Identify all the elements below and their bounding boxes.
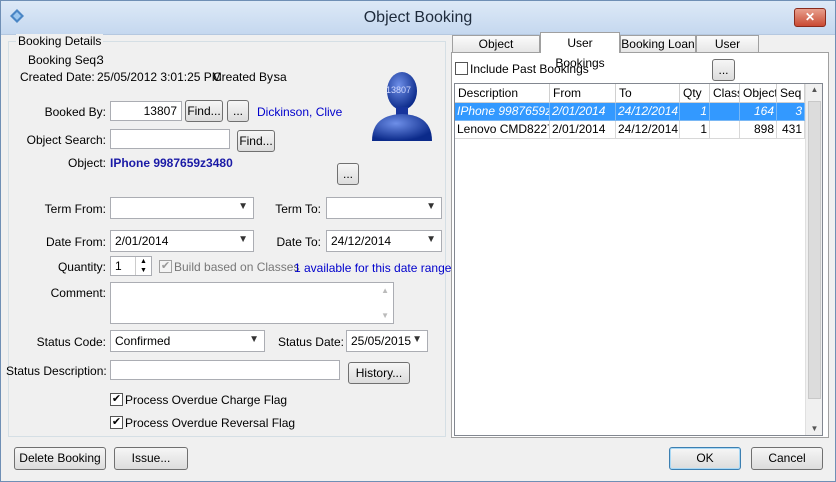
cell-from: 2/01/2014 bbox=[550, 121, 616, 139]
availability-text: 1 available for this date range. bbox=[294, 261, 455, 275]
booked-by-input[interactable]: 13807 bbox=[110, 101, 182, 121]
scroll-down-icon[interactable]: ▼ bbox=[381, 311, 389, 320]
cell-to: 24/12/2014 bbox=[616, 121, 680, 139]
chevron-down-icon: ▼ bbox=[426, 201, 436, 212]
cell-class bbox=[710, 103, 740, 121]
column-header-from[interactable]: From bbox=[550, 84, 616, 103]
created-date-value: 25/05/2012 3:01:25 PM bbox=[97, 70, 222, 84]
user-bookings-more-button[interactable]: ... bbox=[712, 59, 735, 81]
status-date-picker[interactable]: 25/05/2015 ▼ bbox=[346, 330, 428, 352]
history-button[interactable]: History... bbox=[348, 362, 410, 384]
ok-button[interactable]: OK bbox=[669, 447, 741, 470]
close-button[interactable]: ✕ bbox=[794, 8, 826, 27]
avatar-id-text: 13807 bbox=[386, 85, 412, 95]
object-search-label: Object Search: bbox=[26, 133, 106, 147]
cell-seq: 431 bbox=[777, 121, 805, 139]
object-find-button[interactable]: Find... bbox=[237, 130, 275, 152]
build-classes-label: Build based on Classes bbox=[174, 260, 300, 274]
cell-description: IPhone 9987659z3 bbox=[455, 103, 550, 121]
term-from-label: Term From: bbox=[44, 202, 106, 216]
spin-down-icon[interactable]: ▼ bbox=[136, 266, 151, 275]
chevron-down-icon: ▼ bbox=[238, 201, 248, 212]
booking-seq-value: 3 bbox=[97, 53, 104, 67]
booked-by-label: Booked By: bbox=[44, 105, 106, 119]
scroll-up-icon[interactable]: ▲ bbox=[381, 286, 389, 295]
tab-booking-loan[interactable]: Booking Loan bbox=[620, 35, 696, 52]
object-booking-window: Object Booking ✕ Booking Details Booking… bbox=[0, 0, 836, 482]
cell-to: 24/12/2014 bbox=[616, 103, 680, 121]
scroll-down-icon[interactable]: ▼ bbox=[806, 424, 822, 433]
cancel-button[interactable]: Cancel bbox=[751, 447, 823, 470]
scroll-up-icon[interactable]: ▲ bbox=[806, 85, 822, 94]
avatar: 13807 bbox=[367, 69, 437, 141]
user-silhouette-icon bbox=[372, 72, 432, 141]
overdue-charge-label: Process Overdue Charge Flag bbox=[125, 393, 288, 407]
quantity-spinner[interactable]: ▲ ▼ bbox=[135, 257, 151, 275]
chevron-down-icon: ▼ bbox=[238, 234, 248, 245]
booked-by-find-button[interactable]: Find... bbox=[185, 100, 223, 122]
status-code-label: Status Code: bbox=[36, 335, 106, 349]
date-from-label: Date From: bbox=[45, 235, 106, 249]
column-header-class[interactable]: Class bbox=[710, 84, 740, 103]
delete-booking-button[interactable]: Delete Booking bbox=[14, 447, 106, 470]
date-to-picker[interactable]: 24/12/2014 ▼ bbox=[326, 230, 442, 252]
created-date-label: Created Date: bbox=[20, 70, 95, 84]
cell-object: 898 bbox=[740, 121, 777, 139]
created-by-label: Created By: bbox=[213, 70, 277, 84]
object-value: IPhone 9987659z3480 bbox=[110, 156, 233, 170]
scroll-thumb[interactable] bbox=[808, 101, 821, 399]
term-from-select[interactable]: ▼ bbox=[110, 197, 254, 219]
title-bar: Object Booking ✕ bbox=[1, 1, 835, 35]
cell-object: 164 bbox=[740, 103, 777, 121]
cell-class bbox=[710, 121, 740, 139]
column-header-description[interactable]: Description bbox=[455, 84, 550, 103]
object-label: Object: bbox=[67, 156, 106, 170]
overdue-reversal-checkbox[interactable]: ✔ bbox=[110, 416, 123, 429]
spin-up-icon[interactable]: ▲ bbox=[136, 257, 151, 266]
object-more-button[interactable]: ... bbox=[337, 163, 359, 185]
tab-user-bookings[interactable]: User Bookings bbox=[540, 32, 620, 70]
window-title: Object Booking bbox=[363, 9, 473, 26]
term-to-label: Term To: bbox=[275, 202, 321, 216]
status-description-label: Status Description: bbox=[6, 364, 107, 378]
chevron-down-icon: ▼ bbox=[412, 334, 422, 345]
cell-qty: 1 bbox=[680, 121, 710, 139]
booked-by-name-link[interactable]: Dickinson, Clive bbox=[257, 105, 342, 119]
table-row[interactable]: Lenovo CMD82271 2/01/2014 24/12/2014 1 8… bbox=[455, 121, 805, 139]
tab-object-bookings[interactable]: Object Bookings bbox=[452, 35, 540, 68]
column-header-qty[interactable]: Qty bbox=[680, 84, 710, 103]
cell-qty: 1 bbox=[680, 103, 710, 121]
status-description-input[interactable] bbox=[110, 360, 340, 380]
term-to-select[interactable]: ▼ bbox=[326, 197, 442, 219]
cell-seq: 3 bbox=[777, 103, 805, 121]
quantity-label: Quantity: bbox=[57, 260, 106, 274]
chevron-down-icon: ▼ bbox=[249, 334, 259, 345]
object-search-input[interactable] bbox=[110, 129, 230, 149]
comment-textarea[interactable]: ▲ ▼ bbox=[110, 282, 394, 324]
cell-from: 2/01/2014 bbox=[550, 103, 616, 121]
column-header-object[interactable]: Object bbox=[740, 84, 777, 103]
status-code-select[interactable]: Confirmed ▼ bbox=[110, 330, 265, 352]
overdue-charge-checkbox[interactable]: ✔ bbox=[110, 393, 123, 406]
booking-seq-label: Booking Seq: bbox=[28, 53, 100, 67]
comment-label: Comment: bbox=[50, 286, 106, 300]
overdue-reversal-label: Process Overdue Reversal Flag bbox=[125, 416, 296, 430]
booking-details-title: Booking Details bbox=[16, 34, 104, 48]
cell-description: Lenovo CMD82271 bbox=[455, 121, 550, 139]
created-by-value: sa bbox=[274, 70, 287, 84]
date-from-picker[interactable]: 2/01/2014 ▼ bbox=[110, 230, 254, 252]
user-bookings-table: Description From To Qty Class Object Seq… bbox=[454, 83, 823, 436]
include-past-checkbox[interactable] bbox=[455, 62, 468, 75]
issue-button[interactable]: Issue... bbox=[114, 447, 188, 470]
column-header-to[interactable]: To bbox=[616, 84, 680, 103]
chevron-down-icon: ▼ bbox=[426, 234, 436, 245]
table-vertical-scrollbar[interactable]: ▲ ▼ bbox=[805, 84, 822, 435]
date-to-label: Date To: bbox=[276, 235, 321, 249]
table-row[interactable]: IPhone 9987659z3 2/01/2014 24/12/2014 1 … bbox=[455, 103, 805, 121]
column-header-seq[interactable]: Seq bbox=[777, 84, 805, 103]
tab-user-forms[interactable]: User Forms bbox=[696, 35, 759, 68]
build-classes-checkbox[interactable]: ✔ bbox=[159, 260, 172, 273]
booked-by-more-button[interactable]: ... bbox=[227, 100, 249, 122]
status-date-label: Status Date: bbox=[277, 335, 344, 349]
